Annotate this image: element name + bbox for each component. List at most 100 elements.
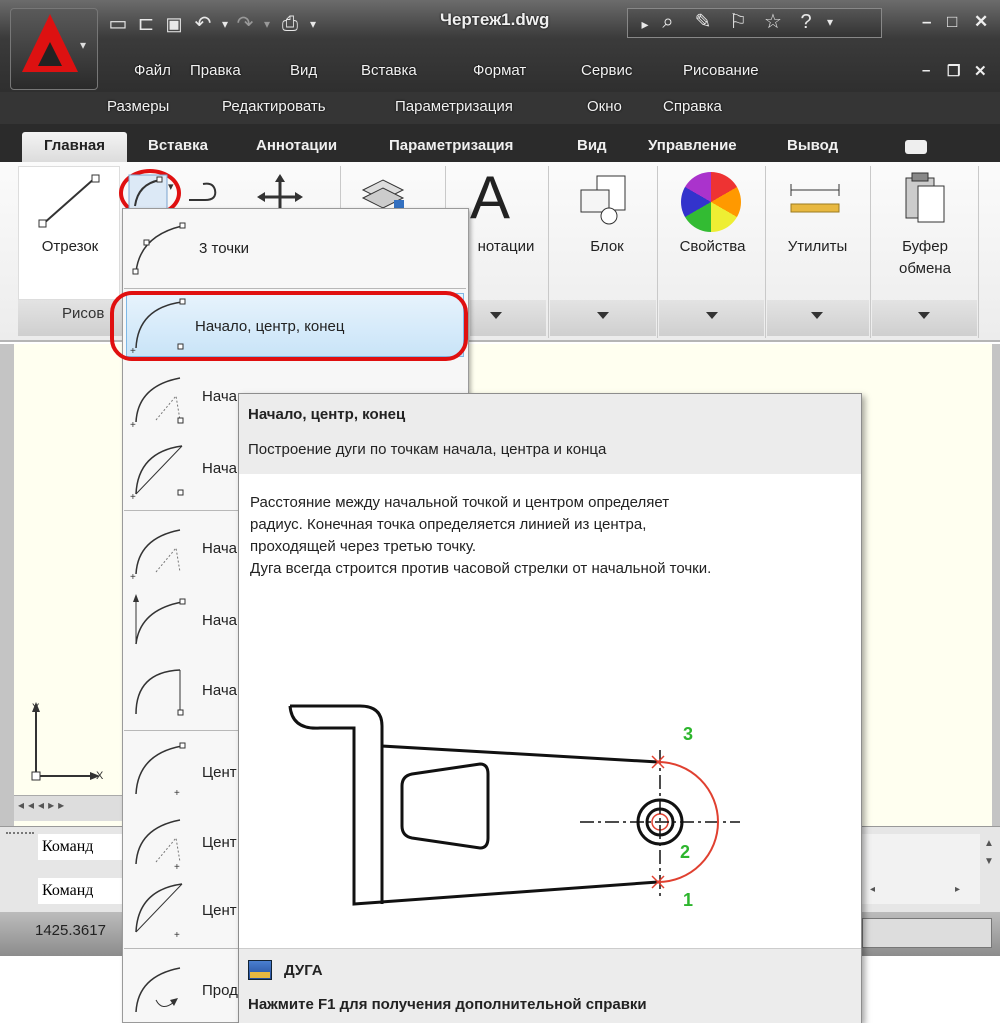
utilities-panel-label: Утилиты xyxy=(787,238,848,255)
measure-ruler-icon[interactable] xyxy=(785,180,845,220)
draw-panel-label: Рисов xyxy=(62,305,105,322)
tab-output[interactable]: Вывод xyxy=(787,132,838,160)
tab-home[interactable]: Главная xyxy=(22,132,127,162)
arc-option-label: Цент xyxy=(202,902,237,919)
tooltip-command-name: ДУГА xyxy=(284,962,323,979)
annotation-panel-label: нотации xyxy=(477,238,535,255)
arc-start-end-angle-icon: + xyxy=(130,529,181,583)
menu-draw[interactable]: Рисование xyxy=(683,62,759,79)
binoculars-icon[interactable]: ⌕ xyxy=(655,8,681,36)
menu-file[interactable]: Файл xyxy=(134,62,171,79)
menu-help[interactable]: Справка xyxy=(663,98,722,115)
tooltip-description-line: проходящей через третью точку. xyxy=(250,538,477,555)
tooltip-description-line: радиус. Конечная точка определяется лини… xyxy=(250,516,647,533)
menu-edit[interactable]: Правка xyxy=(190,62,241,79)
properties-panel-label: Свойства xyxy=(679,238,746,255)
tab-annotate[interactable]: Аннотации xyxy=(256,132,337,160)
wrench-icon[interactable]: ✎ xyxy=(690,8,716,36)
block-expand-arrow-icon[interactable] xyxy=(597,312,609,319)
tab-view[interactable]: Вид xyxy=(577,132,607,160)
favorites-star-icon[interactable]: ☆ xyxy=(760,8,786,36)
new-file-icon[interactable]: ▭ xyxy=(105,10,131,38)
arc-option-label: Нача xyxy=(202,388,238,405)
arc-start-end-radius-icon xyxy=(135,669,184,716)
coordinates-readout: 1425.3617 xyxy=(35,922,106,939)
chevron-down-icon: ▾ xyxy=(80,38,87,52)
tab-manage[interactable]: Управление xyxy=(648,132,737,160)
menu-dimension[interactable]: Размеры xyxy=(107,98,169,115)
menu-format[interactable]: Формат xyxy=(473,62,526,79)
y-axis-label: Y xyxy=(32,702,40,714)
arc-start-end-direction-icon xyxy=(133,594,186,645)
tab-parametric[interactable]: Параметризация xyxy=(389,132,513,160)
command-history-line1: Команд xyxy=(38,834,128,860)
panel-divider xyxy=(657,166,658,338)
menu-parametric[interactable]: Параметризация xyxy=(395,98,513,115)
arc-center-start-angle-icon: + xyxy=(135,819,181,873)
arc-option-label: Нача xyxy=(202,460,238,477)
quick-access-dropdown-icon[interactable]: ▾ xyxy=(300,10,326,38)
help-icon[interactable]: ? xyxy=(793,8,819,36)
menu-modify[interactable]: Редактировать xyxy=(222,98,326,115)
command-grip-icon[interactable] xyxy=(6,832,34,842)
tab-insert[interactable]: Вставка xyxy=(148,132,208,160)
arc-start-center-angle-icon: + xyxy=(130,377,184,431)
x-axis-label: X xyxy=(96,770,104,782)
arc-option-label: Прод xyxy=(202,982,238,999)
tooltip-help-hint: Нажмите F1 для получения дополнительной … xyxy=(248,996,647,1013)
clipboard-icon[interactable] xyxy=(900,170,950,226)
scroll-left-icon[interactable]: ◂ xyxy=(870,884,875,895)
utilities-expand-arrow-icon[interactable] xyxy=(811,312,823,319)
annotation-expand-arrow-icon[interactable] xyxy=(490,312,502,319)
doc-minimize-icon[interactable]: – xyxy=(922,62,930,79)
doc-close-icon[interactable]: ✕ xyxy=(974,62,987,80)
line-tool-label: Отрезок xyxy=(41,238,99,255)
block-panel-label: Блок xyxy=(590,238,624,255)
clipboard-label-line1: Буфер xyxy=(902,238,948,255)
tooltip-summary: Построение дуги по точкам начала, центра… xyxy=(248,441,607,458)
arc-option-3points[interactable]: 3 точки xyxy=(124,212,464,286)
polyline-icon[interactable] xyxy=(185,176,225,208)
menu-separator xyxy=(124,288,466,289)
block-icon[interactable] xyxy=(575,172,631,228)
arc-example-illustration xyxy=(288,704,740,906)
help-dropdown-icon[interactable]: ▾ xyxy=(817,8,843,36)
svg-text:+: + xyxy=(130,492,136,503)
point-label-3: 3 xyxy=(683,724,694,744)
satellite-icon[interactable]: ⚐ xyxy=(725,8,751,36)
properties-expand-arrow-icon[interactable] xyxy=(706,312,718,319)
menu-tools[interactable]: Сервис xyxy=(581,62,632,79)
open-folder-icon[interactable]: ⊏ xyxy=(133,10,159,38)
menu-view[interactable]: Вид xyxy=(290,62,317,79)
svg-text:+: + xyxy=(130,572,136,583)
arc-center-start-length-icon: + xyxy=(135,883,183,941)
save-icon[interactable]: ▣ xyxy=(161,10,187,38)
arc-dropdown-icon[interactable]: ▾ xyxy=(168,180,174,193)
clipboard-expand-arrow-icon[interactable] xyxy=(918,312,930,319)
point-label-1: 1 xyxy=(683,890,694,910)
menu-insert[interactable]: Вставка xyxy=(361,62,417,79)
properties-color-wheel-icon[interactable] xyxy=(681,172,741,232)
ribbon-minimize-icon[interactable] xyxy=(905,140,927,154)
command-input[interactable]: Команд xyxy=(38,878,128,904)
close-window-icon[interactable]: ✕ xyxy=(974,12,988,32)
panel-divider xyxy=(548,166,549,338)
scroll-up-icon[interactable]: ▲ xyxy=(984,838,994,849)
arc-option-label: Нача xyxy=(202,612,238,629)
minimize-window-icon[interactable]: – xyxy=(922,12,931,32)
status-tray-buttons[interactable] xyxy=(862,918,992,948)
arc-option-label: Цент xyxy=(202,764,237,781)
svg-text:+: + xyxy=(174,930,180,941)
layout-nav-arrows-icon[interactable]: ◂◂◂▸▸ xyxy=(18,798,68,812)
svg-text:+: + xyxy=(130,420,136,431)
arc-center-start-end-icon: + xyxy=(135,742,186,799)
scroll-right-icon[interactable]: ▸ xyxy=(955,884,960,895)
doc-restore-icon[interactable]: ❐ xyxy=(947,62,960,80)
annotation-icon[interactable]: A xyxy=(470,163,510,232)
maximize-window-icon[interactable]: □ xyxy=(947,12,957,32)
scroll-down-icon[interactable]: ▼ xyxy=(984,856,994,867)
annotation-panel-footer[interactable] xyxy=(470,300,546,336)
menu-window[interactable]: Окно xyxy=(587,98,622,115)
arc-continue-icon xyxy=(135,967,181,1013)
svg-text:+: + xyxy=(174,788,180,799)
